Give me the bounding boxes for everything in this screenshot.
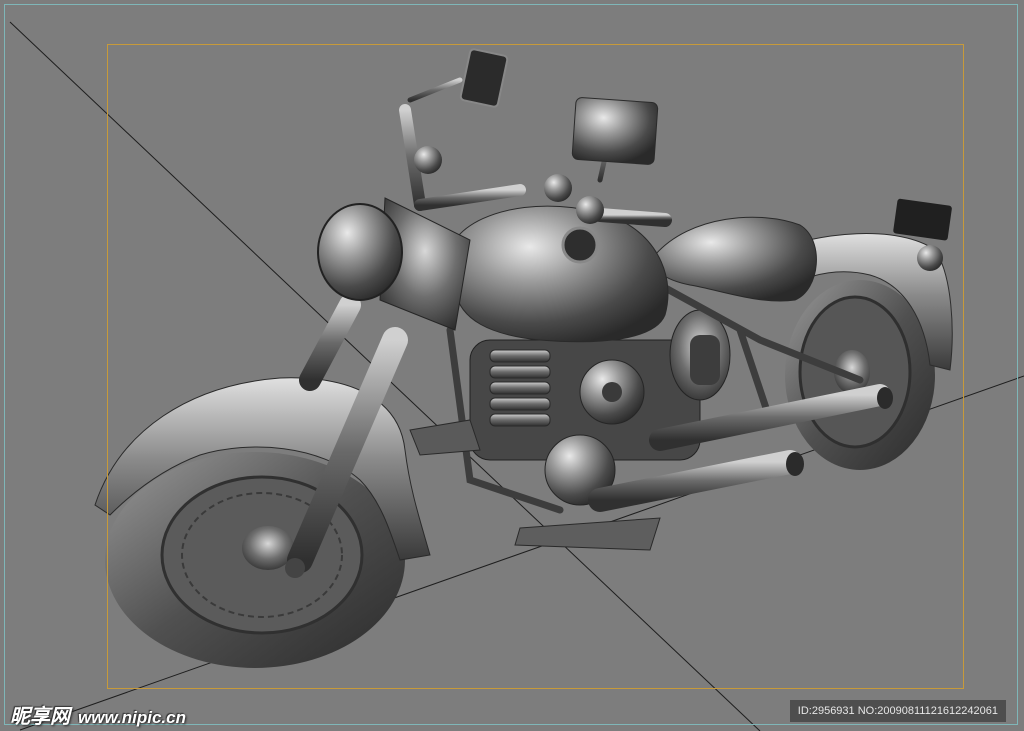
- footboard-left: [409, 419, 481, 456]
- handlebar-knob: [544, 174, 572, 202]
- render-scene: [9, 21, 1024, 731]
- headlight: [317, 203, 403, 301]
- fuel-tank: [454, 205, 669, 343]
- footboard: [514, 517, 661, 551]
- 3d-viewport[interactable]: 昵享网 www.nipic.cn ID:2956931 NO:2009081112…: [0, 0, 1024, 731]
- front-wheel: [105, 452, 405, 668]
- handlebar-knob: [414, 146, 442, 174]
- seat: [653, 216, 817, 302]
- watermark-site-cn: 昵享网: [10, 706, 70, 728]
- handlebar-knob: [576, 196, 604, 224]
- watermark-logo: 昵享网 www.nipic.cn: [10, 700, 186, 729]
- watermark-site-url: www.nipic.cn: [78, 708, 186, 727]
- mirror-right: [571, 97, 659, 165]
- tail-light: [917, 245, 943, 271]
- license-plate: [893, 198, 952, 241]
- watermark-id: ID:2956931 NO:20090811121612242061: [789, 700, 1006, 722]
- tank-gauge: [561, 226, 599, 264]
- mirror-left: [459, 48, 509, 108]
